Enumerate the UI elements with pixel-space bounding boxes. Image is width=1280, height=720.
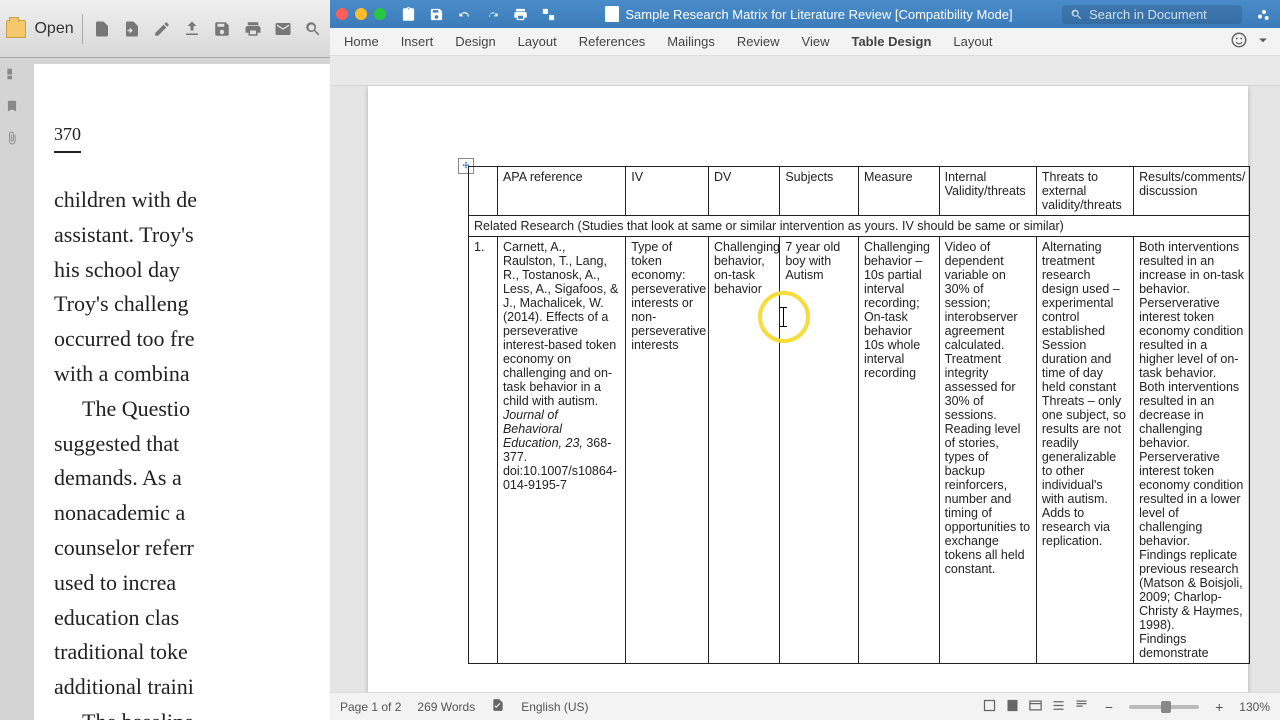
focus-view-icon[interactable] [982,698,997,716]
print-icon[interactable] [241,17,263,41]
export-pdf-icon[interactable] [121,17,143,41]
pdf-reader-panel: Open 370 children with de assistant. Tro… [0,0,330,720]
draft-view-icon[interactable] [1074,698,1089,716]
collapse-ribbon-icon[interactable] [1254,31,1272,52]
col-dv: DV [708,167,779,216]
share-icon[interactable] [1250,2,1274,26]
tab-layout-2[interactable]: Layout [953,30,992,53]
pdf-page-number: 370 [54,124,81,153]
print-layout-icon[interactable] [1005,698,1020,716]
status-language[interactable]: English (US) [521,700,588,714]
zoom-window-button[interactable] [374,8,386,20]
redo-icon[interactable] [484,6,500,22]
document-page: APA reference IV DV Subjects Measure Int… [368,86,1248,692]
search-input[interactable]: Search in Document [1062,5,1242,24]
tab-table-design[interactable]: Table Design [851,30,931,53]
window-controls [336,8,386,20]
word-titlebar: Sample Research Matrix for Literature Re… [330,0,1280,28]
status-bar: Page 1 of 2 269 Words English (US) − + 1… [330,692,1280,720]
zoom-level[interactable]: 130% [1239,700,1270,714]
tab-references[interactable]: References [579,30,645,53]
cell-subjects: 7 year old boy with Autism [780,237,859,664]
search-icon[interactable] [302,17,324,41]
tab-design[interactable]: Design [455,30,495,53]
minimize-window-button[interactable] [355,8,367,20]
view-buttons [982,698,1089,716]
search-placeholder: Search in Document [1089,7,1207,22]
save-icon[interactable] [428,6,444,22]
col-apa: APA reference [497,167,625,216]
divider [82,14,83,44]
section-row: Related Research (Studies that look at s… [469,216,1250,237]
pdf-body-text: children with de assistant. Troy's his s… [54,185,310,720]
paste-icon[interactable] [400,6,416,22]
pdf-toolbar: Open [0,0,330,58]
web-layout-icon[interactable] [1028,698,1043,716]
text-cursor-icon [783,308,784,326]
cell-results: Both interventions resulted in an increa… [1134,237,1250,664]
table-header-row: APA reference IV DV Subjects Measure Int… [469,167,1250,216]
zoom-in-button[interactable]: + [1215,699,1223,715]
quick-access-toolbar [400,6,556,22]
status-page[interactable]: Page 1 of 2 [340,700,401,714]
print-icon[interactable] [512,6,528,22]
tab-view[interactable]: View [802,30,830,53]
thumbnails-tab-icon[interactable] [0,58,24,90]
outline-view-icon[interactable] [1051,698,1066,716]
col-subjects: Subjects [780,167,859,216]
style-icon[interactable] [540,6,556,22]
attachment-tab-icon[interactable] [0,122,24,154]
document-icon [605,6,619,22]
cell-measure: Challenging behavior – 10s partial inter… [858,237,939,664]
pdf-side-tabs [0,58,24,378]
tab-review[interactable]: Review [737,30,780,53]
table-row: 1. Carnett, A., Raulston, T., Lang, R., … [469,237,1250,664]
word-window: Sample Research Matrix for Literature Re… [330,0,1280,720]
bookmark-tab-icon[interactable] [0,90,24,122]
col-results: Results/comments/ discussion [1134,167,1250,216]
create-pdf-icon[interactable] [91,17,113,41]
ribbon-tabs: Home Insert Design Layout References Mai… [330,28,1280,56]
col-measure: Measure [858,167,939,216]
tab-home[interactable]: Home [344,30,379,53]
undo-icon[interactable] [456,6,472,22]
col-iv: IV [626,167,709,216]
row-index: 1. [469,237,498,664]
cell-apa: Carnett, A., Raulston, T., Lang, R., Tos… [497,237,625,664]
upload-icon[interactable] [181,17,203,41]
feedback-icon[interactable] [1230,31,1248,52]
cell-threats: Alternating treatment research design us… [1036,237,1133,664]
save-icon[interactable] [211,17,233,41]
cell-iv: Type of token economy: perseverative int… [626,237,709,664]
ruler [330,56,1280,86]
document-canvas[interactable]: APA reference IV DV Subjects Measure Int… [330,86,1280,692]
zoom-slider[interactable] [1129,705,1199,709]
folder-icon[interactable] [6,20,26,38]
tab-layout[interactable]: Layout [518,30,557,53]
col-threats: Threats to external validity/threats [1036,167,1133,216]
spellcheck-icon[interactable] [491,698,505,715]
open-button[interactable]: Open [34,20,73,38]
edit-icon[interactable] [151,17,173,41]
zoom-out-button[interactable]: − [1105,699,1113,715]
cell-dv: Challenging behavior, on-task behavior [708,237,779,664]
mail-icon[interactable] [272,17,294,41]
close-window-button[interactable] [336,8,348,20]
status-words[interactable]: 269 Words [417,700,475,714]
cell-internal: Video of dependent variable on 30% of se… [939,237,1036,664]
tab-insert[interactable]: Insert [401,30,434,53]
pdf-page: 370 children with de assistant. Troy's h… [34,64,330,720]
document-title: Sample Research Matrix for Literature Re… [556,6,1062,22]
research-matrix-table[interactable]: APA reference IV DV Subjects Measure Int… [468,166,1250,664]
tab-mailings[interactable]: Mailings [667,30,715,53]
col-internal: Internal Validity/threats [939,167,1036,216]
